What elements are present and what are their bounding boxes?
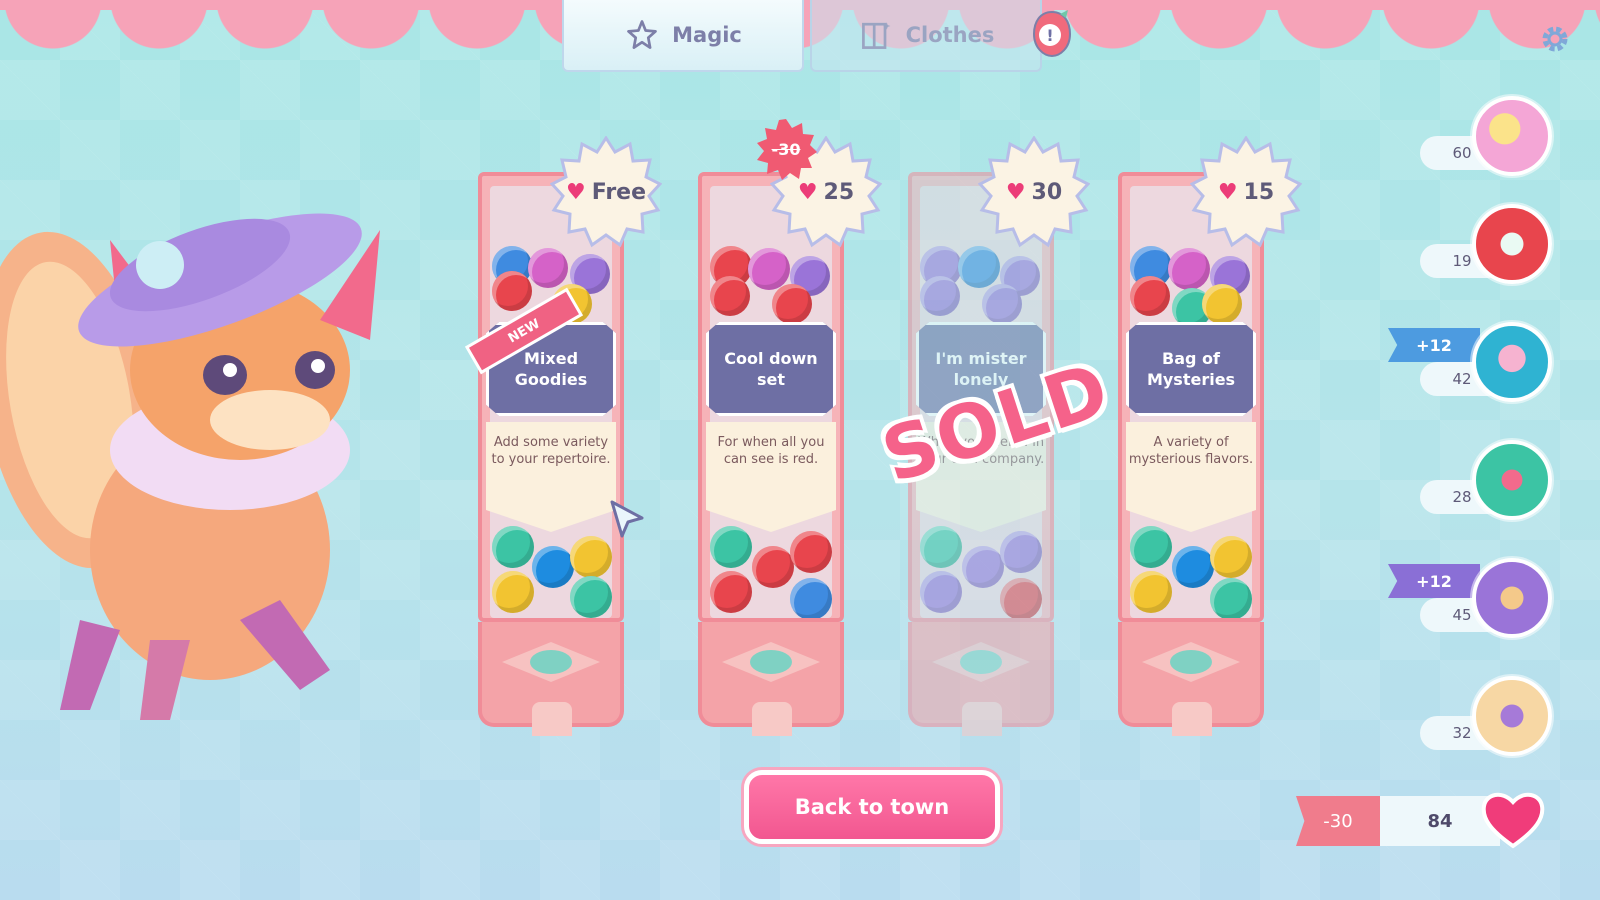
- price-tag: ♥ 30: [978, 136, 1090, 248]
- inventory-item[interactable]: 32: [1420, 676, 1580, 766]
- tab-clothes-label: Clothes: [905, 23, 995, 47]
- star-icon: [627, 20, 657, 49]
- machine-name: Bag of Mysteries: [1126, 322, 1256, 416]
- heart-currency: -30 84: [1296, 792, 1545, 849]
- tab-magic[interactable]: Magic: [562, 0, 804, 72]
- heart-icon: [1481, 792, 1545, 849]
- inventory-item[interactable]: +12 42: [1388, 322, 1580, 412]
- cotton-candy-orb-icon: [1472, 322, 1552, 402]
- gummy-bear-orb-icon: [1472, 676, 1552, 756]
- peppermint-orb-icon: [1472, 204, 1552, 284]
- ribbon-candy-orb-icon: [1472, 440, 1552, 520]
- machine-description: For when all you can see is red.: [706, 422, 836, 532]
- machine-name: Cool down set: [706, 322, 836, 416]
- inventory-item[interactable]: 28: [1420, 440, 1580, 530]
- heart-icon: ♥: [1217, 179, 1238, 205]
- plus-badge: +12: [1388, 328, 1480, 362]
- gacha-machine-bag-of-mysteries[interactable]: Bag of Mysteries A variety of mysterious…: [1118, 136, 1302, 736]
- pointer-cursor-icon: [610, 500, 644, 538]
- crystal-candy-orb-icon: [1472, 558, 1552, 638]
- currency-delta: -30: [1296, 796, 1380, 846]
- heart-icon: ♥: [797, 179, 818, 205]
- inventory-item[interactable]: +12 45: [1388, 558, 1580, 648]
- inventory-item[interactable]: 60: [1420, 96, 1580, 186]
- inventory-item[interactable]: 19: [1420, 204, 1580, 294]
- gear-icon[interactable]: [1538, 22, 1572, 56]
- gacha-machine-cool-down-set[interactable]: Cool down set For when all you can see i…: [698, 136, 882, 736]
- price-value: 25: [823, 179, 855, 205]
- fox-shopkeeper-illustration: [0, 213, 380, 720]
- price-tag: ♥ 15: [1190, 136, 1302, 248]
- price-value: Free: [591, 179, 647, 205]
- plus-badge: +12: [1388, 564, 1480, 598]
- machine-base: [478, 622, 624, 736]
- gacha-machine-mixed-goodies[interactable]: Mixed Goodies Add some variety to your r…: [478, 136, 662, 736]
- candy-orb-icon: [1472, 96, 1552, 176]
- alert-icon[interactable]: !: [1030, 8, 1074, 60]
- price-value: 15: [1243, 179, 1275, 205]
- tab-clothes[interactable]: Clothes: [810, 0, 1042, 72]
- machine-description: Add some variety to your repertoire.: [486, 422, 616, 532]
- price-value: 30: [1031, 179, 1063, 205]
- machine-base: [698, 622, 844, 736]
- wardrobe-icon: [861, 22, 891, 49]
- heart-icon: ♥: [565, 179, 586, 205]
- old-price-value: -30: [771, 139, 801, 159]
- back-to-town-button[interactable]: Back to town: [744, 770, 1000, 844]
- machine-description: A variety of mysterious flavors.: [1126, 422, 1256, 532]
- machine-base: [1118, 622, 1264, 736]
- machine-base: [908, 622, 1054, 736]
- svg-text:!: !: [1046, 26, 1053, 45]
- old-price-badge: -30: [755, 118, 817, 180]
- tab-magic-label: Magic: [672, 23, 742, 47]
- price-tag: ♥ Free: [550, 136, 662, 248]
- heart-icon: ♥: [1005, 179, 1026, 205]
